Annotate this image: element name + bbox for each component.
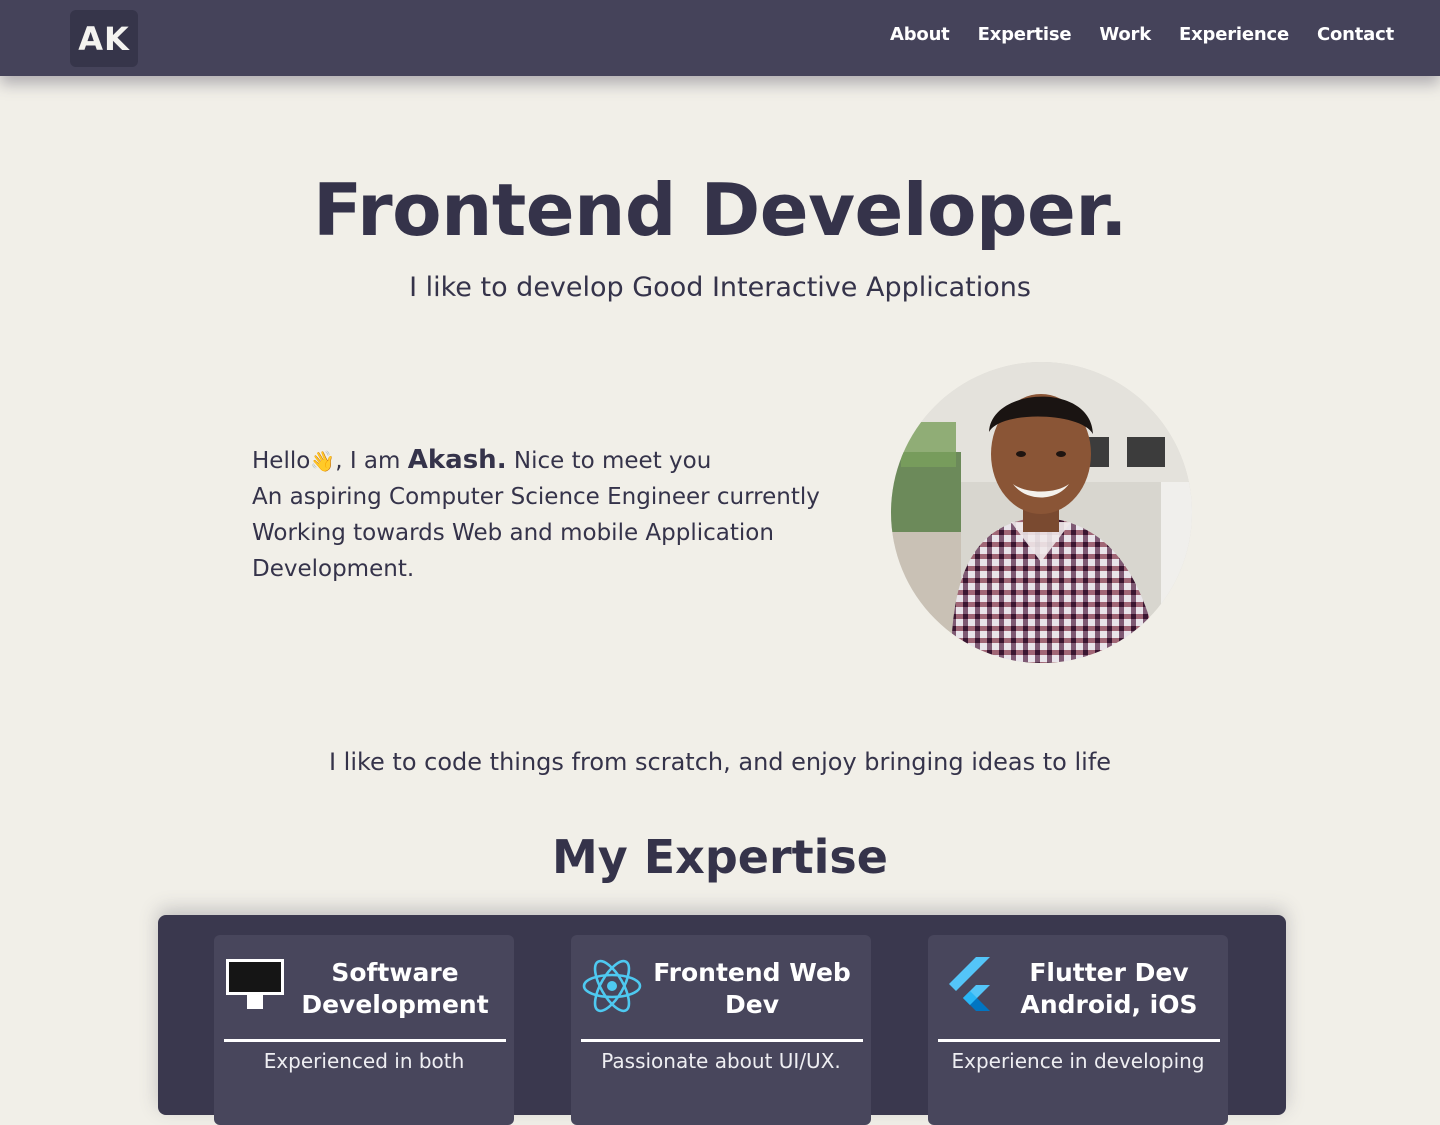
tagline: I like to code things from scratch, and … — [328, 748, 1112, 776]
nav-link-expertise[interactable]: Expertise — [978, 24, 1072, 45]
card-title: Software Development — [301, 958, 489, 1019]
card-text: Experience in developing — [951, 1049, 1205, 1073]
expertise-title: My Expertise — [551, 830, 888, 884]
author-name: Akash. — [407, 445, 507, 475]
intro-description: An aspiring Computer Science Engineer cu… — [252, 484, 820, 582]
wave-icon: 👋 — [310, 449, 336, 473]
expertise-card-flutter[interactable]: Flutter Dev Android, iOS Experience in d… — [928, 935, 1228, 1125]
intro-greeting-line: Hello👋, I am Akash. Nice to meet you — [252, 442, 852, 479]
hero-subtitle: I like to develop Good Interactive Appli… — [409, 272, 1031, 303]
monitor-icon — [226, 959, 284, 1009]
logo[interactable]: AK — [70, 10, 138, 67]
card-title: Frontend Web Dev — [653, 958, 851, 1019]
card-text: Passionate about UI/UX. — [601, 1049, 841, 1073]
navbar: AK About Expertise Work Experience Conta… — [0, 0, 1440, 76]
nav-link-about[interactable]: About — [890, 24, 950, 45]
greeting: Hello — [252, 448, 311, 474]
expertise-card-software[interactable]: Software Development Experienced in both — [214, 935, 514, 1125]
profile-photo-illustration — [891, 362, 1192, 663]
nav-link-experience[interactable]: Experience — [1179, 24, 1289, 45]
nav-link-contact[interactable]: Contact — [1317, 24, 1394, 45]
card-title: Flutter Dev Android, iOS — [1020, 958, 1198, 1019]
react-icon — [582, 959, 642, 1013]
card-text: Experienced in both — [263, 1049, 465, 1073]
intro-text: Hello👋, I am Akash. Nice to meet you An … — [252, 442, 852, 587]
nice-text: Nice to meet you — [506, 448, 712, 474]
profile-photo — [891, 362, 1192, 663]
flutter-icon — [949, 957, 990, 1011]
card-divider — [224, 1039, 506, 1042]
expertise-panel: Software Development Experienced in both… — [158, 915, 1286, 1125]
iam-text: , I am — [335, 448, 408, 474]
nav-links: About Expertise Work Experience Contact — [890, 24, 1394, 45]
card-divider — [581, 1039, 863, 1042]
card-divider — [938, 1039, 1220, 1042]
hero-title: Frontend Developer. — [313, 168, 1127, 252]
expertise-card-frontend[interactable]: Frontend Web Dev Passionate about UI/UX. — [571, 935, 871, 1125]
nav-link-work[interactable]: Work — [1099, 24, 1151, 45]
